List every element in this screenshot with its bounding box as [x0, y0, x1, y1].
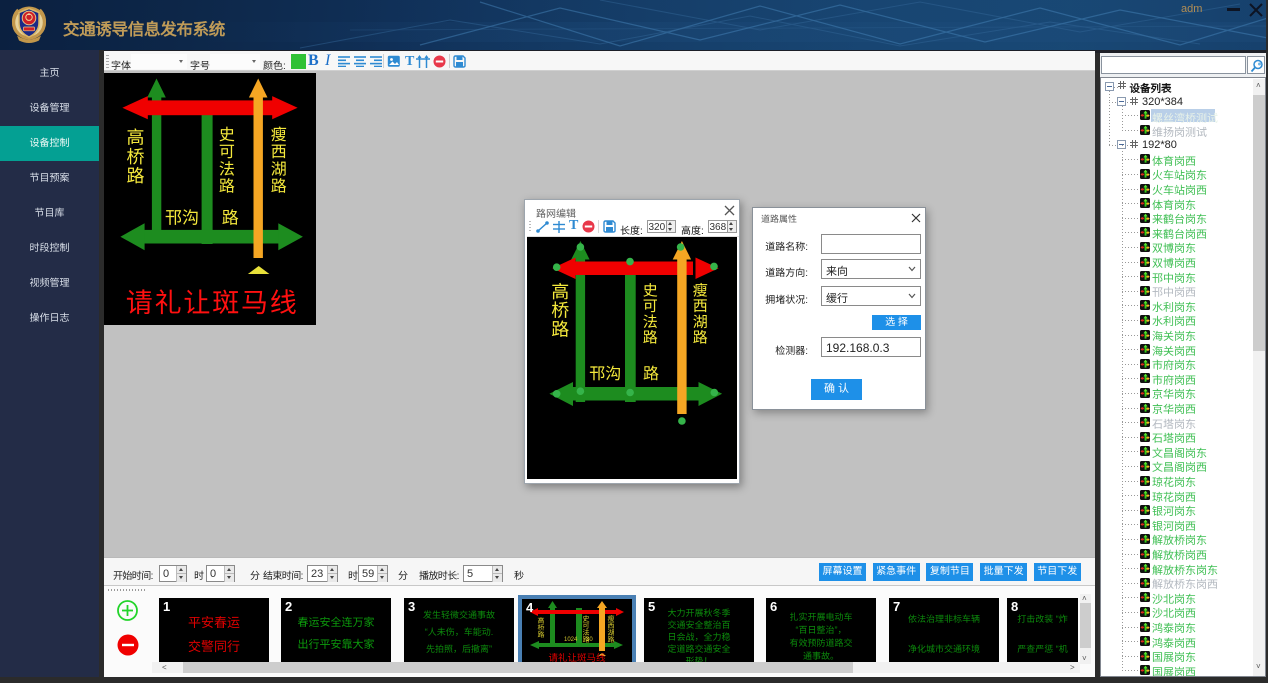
svg-text:30: 30 [586, 637, 593, 643]
svg-text:邗沟: 邗沟 [165, 209, 199, 228]
svg-text:1024: 1024 [564, 637, 578, 643]
svg-text:高: 高 [127, 128, 145, 148]
svg-text:路: 路 [643, 365, 659, 383]
svg-text:史: 史 [583, 615, 590, 623]
svg-text:湖: 湖 [271, 160, 287, 178]
svg-text:史: 史 [219, 126, 235, 144]
svg-text:高: 高 [551, 282, 569, 302]
svg-text:瘦: 瘦 [271, 126, 287, 144]
svg-text:高: 高 [538, 617, 545, 625]
svg-text:桥: 桥 [551, 301, 569, 321]
svg-text:路: 路 [643, 329, 658, 346]
svg-text:路: 路 [219, 178, 235, 196]
svg-text:可: 可 [219, 144, 235, 161]
svg-text:史: 史 [643, 283, 658, 300]
svg-text:湖: 湖 [608, 629, 615, 637]
svg-text:西: 西 [271, 144, 287, 161]
svg-text:西: 西 [693, 298, 708, 315]
svg-text:瘦: 瘦 [693, 283, 708, 300]
svg-text:路: 路 [127, 166, 145, 186]
svg-text:法: 法 [643, 314, 658, 331]
svg-text:路: 路 [693, 329, 708, 346]
svg-text:可: 可 [643, 298, 658, 315]
svg-text:路: 路 [538, 631, 545, 639]
svg-text:邗沟: 邗沟 [589, 365, 621, 383]
svg-text:桥: 桥 [538, 624, 545, 632]
svg-text:桥: 桥 [127, 147, 145, 167]
svg-text:西: 西 [608, 622, 615, 630]
svg-text:瘦: 瘦 [608, 615, 615, 623]
svg-text:湖: 湖 [693, 314, 708, 331]
svg-text:路: 路 [222, 209, 239, 228]
svg-text:可: 可 [583, 622, 590, 630]
svg-text:法: 法 [219, 160, 235, 178]
svg-text:法: 法 [583, 629, 590, 637]
svg-text:路: 路 [608, 636, 615, 644]
svg-text:路: 路 [551, 320, 569, 340]
svg-text:路: 路 [271, 178, 287, 196]
svg-text:请礼让斑马线: 请礼让斑马线 [126, 288, 297, 318]
